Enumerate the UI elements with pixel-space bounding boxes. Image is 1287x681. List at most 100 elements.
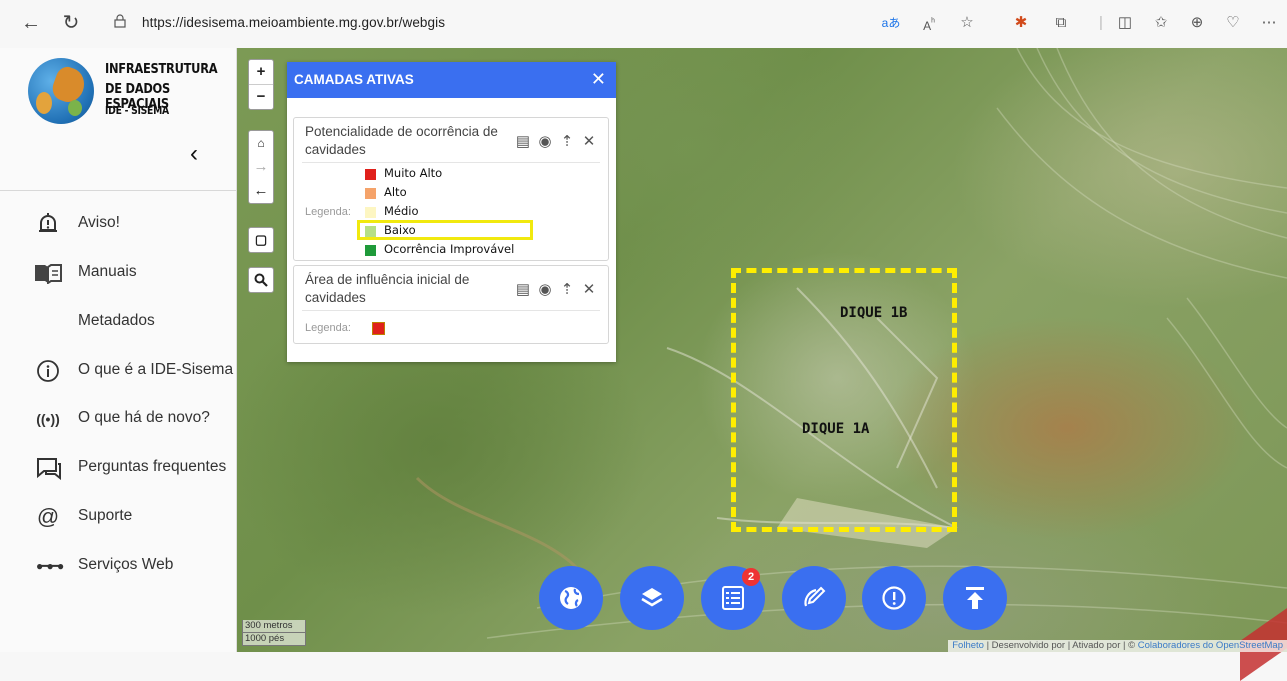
- alert-icon: [36, 212, 60, 236]
- legend-text: Muito Alto: [384, 166, 443, 180]
- remove-layer-icon[interactable]: ✕: [578, 280, 600, 298]
- favorite-icon[interactable]: ☆: [956, 12, 978, 34]
- layer-title: Potencialidade de ocorrência de cavidade…: [305, 124, 498, 157]
- layer-divider: [302, 162, 600, 163]
- sidebar-item-label: O que há de novo?: [78, 409, 210, 426]
- scale-bar: 300 metros 1000 pés: [242, 620, 306, 646]
- scale-imperial: 1000 pés: [242, 633, 306, 646]
- layer-title: Área de influência inicial de cavidades: [305, 272, 470, 305]
- sidebar-item-label: Manuais: [78, 263, 137, 280]
- refresh-icon[interactable]: ↻: [58, 10, 84, 36]
- favorites-bar-icon[interactable]: ✩: [1150, 12, 1172, 34]
- search-icon[interactable]: [249, 268, 273, 292]
- layer-actions: ▤ ◉ ⇡ ✕: [512, 132, 600, 150]
- collapse-sidebar-button[interactable]: ‹: [190, 140, 198, 168]
- legend-toggle-icon[interactable]: ▤: [512, 280, 534, 298]
- legend-text: Médio: [384, 204, 419, 218]
- legend-swatch: [365, 169, 376, 180]
- more-icon[interactable]: ⋯: [1258, 12, 1280, 34]
- upload-icon: [966, 587, 984, 609]
- back-icon[interactable]: ←: [18, 10, 44, 36]
- sidebar-item-metadados[interactable]: Metadados: [36, 308, 236, 336]
- annotation-highlight-box: [357, 220, 533, 240]
- visibility-eye-icon[interactable]: ◉: [534, 132, 556, 150]
- layers-button[interactable]: [620, 566, 684, 630]
- dots-icon: ●━●━●: [36, 559, 64, 573]
- ide-sisema-logo-icon: [28, 58, 94, 124]
- forward-icon[interactable]: →: [249, 155, 273, 179]
- map-attribution: Folheto | Desenvolvido por | Ativado por…: [948, 640, 1287, 652]
- legend-swatch: [365, 188, 376, 199]
- collections-icon[interactable]: ⊕: [1186, 12, 1208, 34]
- book-icon: [35, 261, 62, 285]
- copilot-icon[interactable]: ♡: [1222, 12, 1244, 34]
- sidebar-item-label: Serviços Web: [78, 556, 174, 573]
- basemap-button[interactable]: [539, 566, 603, 630]
- info-button[interactable]: [862, 566, 926, 630]
- alert-circle-icon: [882, 586, 906, 610]
- leaflet-link[interactable]: Folheto: [952, 640, 984, 651]
- sidebar-item-label: Suporte: [78, 507, 133, 524]
- zoom-control: + −: [248, 59, 274, 110]
- legend-swatch: [372, 322, 385, 335]
- info-icon: [36, 359, 60, 383]
- read-aloud-icon[interactable]: Aʰ: [918, 12, 940, 37]
- opacity-icon[interactable]: ⇡: [556, 280, 578, 298]
- translate-icon[interactable]: aあ: [880, 12, 902, 34]
- home-icon[interactable]: ⌂: [249, 131, 273, 155]
- sidebar-item-servicos-web[interactable]: ●━●━● Serviços Web: [36, 552, 236, 580]
- legend-label: Legenda:: [305, 322, 351, 334]
- navigation-control: ⌂ → ←: [248, 130, 274, 204]
- attribution-text: | Desenvolvido por | Ativado por | ©: [983, 640, 1138, 651]
- sidebar-item-o-que-e[interactable]: O que é a IDE-Sisema: [36, 357, 236, 385]
- legend-text: Ocorrência Improvável: [384, 242, 515, 256]
- opacity-icon[interactable]: ⇡: [556, 132, 578, 150]
- draw-icon: [804, 586, 826, 607]
- layer-actions: ▤ ◉ ⇡ ✕: [512, 280, 600, 298]
- legend-text: Alto: [384, 185, 407, 199]
- list-icon: [722, 586, 744, 610]
- layer-divider: [302, 310, 600, 311]
- sidebar-item-aviso[interactable]: Aviso!: [36, 210, 236, 238]
- legend-toggle-icon[interactable]: ▤: [512, 132, 534, 150]
- zoom-out-button[interactable]: −: [249, 84, 273, 109]
- remove-layer-icon[interactable]: ✕: [578, 132, 600, 150]
- lock-icon[interactable]: [114, 14, 126, 28]
- fullscreen-control: ▢: [248, 227, 274, 253]
- extension-icon[interactable]: ✱: [1010, 12, 1032, 34]
- url-text[interactable]: https://idesisema.meioambiente.mg.gov.br…: [142, 15, 445, 30]
- layers-icon: [641, 588, 663, 607]
- visibility-eye-icon[interactable]: ◉: [534, 280, 556, 298]
- address-bar[interactable]: https://idesisema.meioambiente.mg.gov.br…: [108, 8, 838, 38]
- legend-swatch: [365, 245, 376, 256]
- legend-swatch: [365, 207, 376, 218]
- zoom-in-button[interactable]: +: [249, 60, 273, 84]
- fullscreen-icon[interactable]: ▢: [249, 228, 273, 252]
- sidebar-item-manuais[interactable]: Manuais: [35, 259, 236, 287]
- draw-tools-button[interactable]: [782, 566, 846, 630]
- sidebar-divider: [0, 190, 236, 191]
- panel-header: CAMADAS ATIVAS ✕: [287, 62, 616, 98]
- sidebar-item-suporte[interactable]: @ Suporte: [36, 503, 236, 531]
- layer-card-area-influencia: Área de influência inicial de cavidades …: [293, 265, 609, 344]
- back-extent-icon[interactable]: ←: [249, 179, 273, 203]
- brand-line-3: IDE - SISEMA: [105, 105, 169, 117]
- label-dique-1a: DIQUE 1A: [802, 421, 870, 437]
- label-dique-1b: DIQUE 1B: [840, 305, 908, 321]
- split-screen-icon[interactable]: ◫: [1114, 12, 1136, 34]
- sidebar-item-perguntas[interactable]: Perguntas frequentes: [36, 454, 236, 482]
- osm-link[interactable]: Colaboradores do OpenStreetMap: [1138, 640, 1283, 651]
- upload-button[interactable]: [943, 566, 1007, 630]
- brand-line-1: INFRAESTRUTURA: [105, 62, 218, 77]
- panel-title: CAMADAS ATIVAS: [294, 72, 414, 87]
- toolbar-divider: |: [1099, 14, 1103, 31]
- globe-icon: [560, 587, 582, 609]
- extensions-icon[interactable]: ⧉: [1050, 12, 1072, 34]
- sidebar-item-label: Aviso!: [78, 214, 120, 231]
- layer-count-badge: 2: [742, 568, 760, 586]
- close-icon[interactable]: ✕: [591, 69, 606, 90]
- search-control: [248, 267, 274, 293]
- active-layers-panel: CAMADAS ATIVAS ✕ Potencialidade de ocorr…: [287, 62, 616, 362]
- sidebar-item-novidades[interactable]: ((•)) O que há de novo?: [36, 405, 236, 433]
- browser-toolbar: ← ↻ https://idesisema.meioambiente.mg.go…: [0, 0, 1287, 49]
